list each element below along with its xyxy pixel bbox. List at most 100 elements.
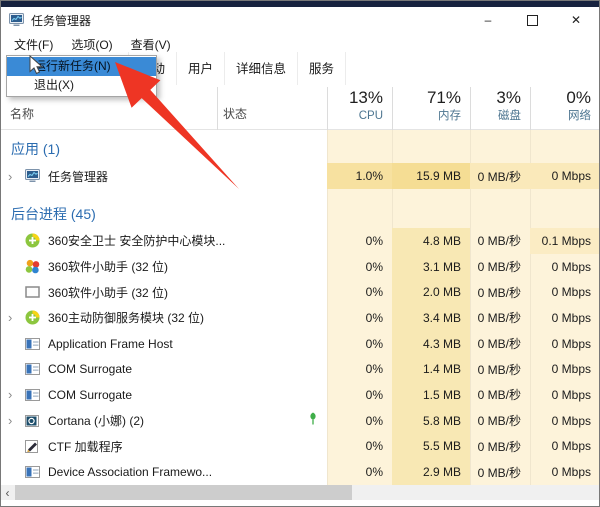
disk-cell: 0 MB/秒 [470,254,530,280]
memory-cell: 4.3 MB [392,331,470,357]
process-name: 360软件小助手 (32 位) [48,258,168,275]
process-name: Device Association Framewo... [48,465,212,479]
window-app-icon [25,466,42,478]
column-header-cpu[interactable]: 13% CPU [327,87,392,130]
horizontal-scrollbar[interactable]: ‹ [0,485,600,500]
menu-options[interactable]: 选项(O) [62,33,121,56]
column-header-disk[interactable]: 3% 磁盘 [470,87,530,130]
menu-item-exit[interactable]: 退出(X) [7,76,156,95]
disk-total-pct: 3% [470,87,521,109]
table-row[interactable]: COM Surrogate 0% 1.4 MB 0 MB/秒 0 Mbps [0,356,600,382]
tab-details[interactable]: 详细信息 [225,52,298,85]
cpu-cell: 0% [327,356,392,382]
window-title: 任务管理器 [31,12,91,29]
maximize-button[interactable] [510,7,554,33]
window-app-icon [25,389,42,401]
cpu-cell: 0% [327,331,392,357]
network-cell: 0 Mbps [530,163,600,189]
task-manager-icon [25,169,42,183]
memory-cell: 2.9 MB [392,459,470,485]
table-row[interactable]: Device Association Framewo... 0% 2.9 MB … [0,459,600,485]
window-app-icon [25,363,42,375]
memory-cell: 3.1 MB [392,254,470,280]
network-cell: 0 Mbps [530,305,600,331]
expand-chevron-icon[interactable]: › [8,387,25,402]
network-cell: 0 Mbps [530,254,600,280]
cpu-cell: 0% [327,459,392,485]
background-window-strip [0,0,600,7]
network-cell: 0.1 Mbps [530,228,600,254]
process-name: CTF 加载程序 [48,438,123,455]
disk-cell: 0 MB/秒 [470,434,530,460]
network-cell: 0 Mbps [530,408,600,434]
expand-chevron-icon[interactable]: › [8,169,25,184]
status-cell [217,434,327,460]
table-row[interactable]: Application Frame Host 0% 4.3 MB 0 MB/秒 … [0,331,600,357]
table-row[interactable]: › Cortana (小娜) (2) 0% 5.8 MB 0 MB/秒 0 Mb… [0,408,600,434]
cpu-cell: 0% [327,382,392,408]
memory-cell: 4.8 MB [392,228,470,254]
status-cell [217,254,327,280]
scroll-left-arrow-icon[interactable]: ‹ [0,485,15,500]
close-button[interactable]: ✕ [554,7,598,33]
table-row[interactable]: CTF 加载程序 0% 5.5 MB 0 MB/秒 0 Mbps [0,434,600,460]
pinwheel-icon [25,259,42,274]
disk-cell: 0 MB/秒 [470,408,530,434]
status-cell [217,331,327,357]
minimize-button[interactable]: – [466,7,510,33]
menu-file[interactable]: 文件(F) [5,33,62,56]
disk-cell: 0 MB/秒 [470,279,530,305]
table-row[interactable]: › 任务管理器 1.0% 15.9 MB 0 MB/秒 0 Mbps [0,163,600,189]
process-list: 应用 (1) › 任务管理器 1.0% 15.9 MB 0 MB/秒 0 Mbp… [0,130,600,485]
tab-strip: 启动 用户 详细信息 服务 [128,55,346,85]
cpu-cell: 1.0% [327,163,392,189]
network-cell: 0 Mbps [530,382,600,408]
disk-cell: 0 MB/秒 [470,356,530,382]
memory-cell: 5.8 MB [392,408,470,434]
column-header-name[interactable]: 名称 [10,105,34,122]
expand-chevron-icon[interactable]: › [8,310,25,325]
shield-360-icon [25,310,42,325]
tab-services[interactable]: 服务 [298,52,346,85]
scrollbar-thumb[interactable] [15,485,352,500]
table-row[interactable]: › 360主动防御服务模块 (32 位) 0% 3.4 MB 0 MB/秒 0 … [0,305,600,331]
status-cell [217,228,327,254]
process-name: COM Surrogate [48,388,132,402]
column-header-memory[interactable]: 71% 内存 [392,87,470,130]
column-header-status[interactable]: 状态 [223,105,247,122]
tab-users[interactable]: 用户 [177,52,225,85]
table-row[interactable]: 360软件小助手 (32 位) 0% 3.1 MB 0 MB/秒 0 Mbps [0,254,600,280]
disk-cell: 0 MB/秒 [470,228,530,254]
memory-cell: 1.5 MB [392,382,470,408]
group-header-apps[interactable]: 应用 (1) [0,136,320,162]
maximize-icon [527,15,538,26]
network-total-pct: 0% [530,87,591,109]
cpu-cell: 0% [327,254,392,280]
table-row[interactable]: 360软件小助手 (32 位) 0% 2.0 MB 0 MB/秒 0 Mbps [0,279,600,305]
group-header-background[interactable]: 后台进程 (45) [0,201,320,227]
column-separator [217,87,218,130]
memory-cell: 5.5 MB [392,434,470,460]
network-cell: 0 Mbps [530,356,600,382]
cpu-cell: 0% [327,434,392,460]
network-cell: 0 Mbps [530,331,600,357]
network-cell: 0 Mbps [530,459,600,485]
expand-chevron-icon[interactable]: › [8,413,25,428]
status-cell [217,163,327,189]
status-cell [217,356,327,382]
table-row[interactable]: 360安全卫士 安全防护中心模块... 0% 4.8 MB 0 MB/秒 0.1… [0,228,600,254]
status-cell [217,305,327,331]
disk-cell: 0 MB/秒 [470,305,530,331]
disk-cell: 0 MB/秒 [470,459,530,485]
disk-cell: 0 MB/秒 [470,331,530,357]
suspended-leaf-icon [308,411,318,430]
table-row[interactable]: › COM Surrogate 0% 1.5 MB 0 MB/秒 0 Mbps [0,382,600,408]
memory-total-pct: 71% [392,87,461,109]
title-bar: 任务管理器 – ✕ [0,7,600,33]
process-name: 任务管理器 [48,168,108,185]
column-header-network[interactable]: 0% 网络 [530,87,600,130]
process-name: 360安全卫士 安全防护中心模块... [48,232,225,249]
process-name: Application Frame Host [48,337,173,351]
menu-item-run-new-task[interactable]: 运行新任务(N) [7,57,156,76]
memory-cell: 15.9 MB [392,163,470,189]
